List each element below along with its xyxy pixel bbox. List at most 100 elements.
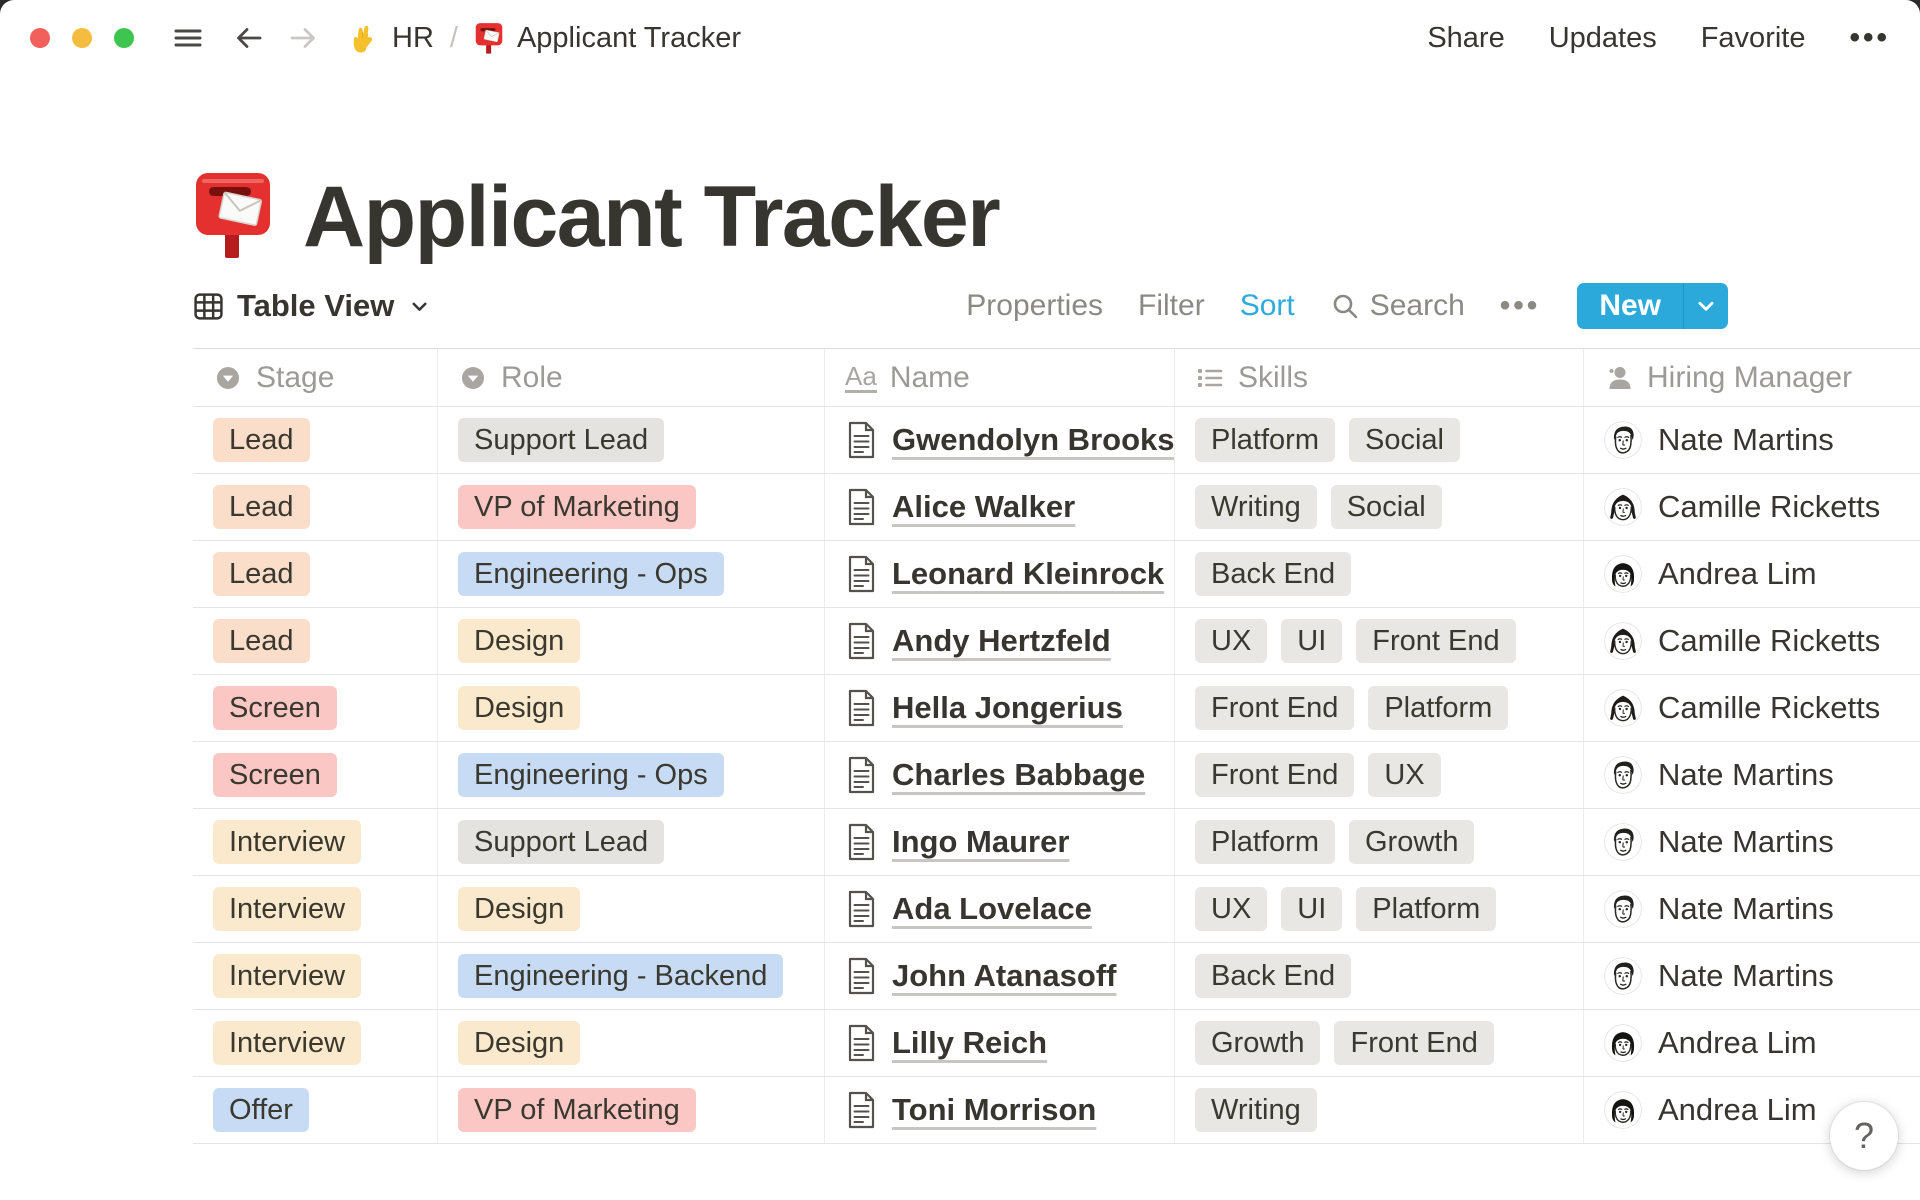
stage-tag[interactable]: Lead [213, 552, 310, 596]
skill-tag[interactable]: Platform [1195, 418, 1335, 462]
skill-tag[interactable]: Back End [1195, 552, 1352, 596]
applicant-page-link[interactable]: Ingo Maurer [892, 824, 1069, 860]
stage-cell[interactable]: Lead [193, 474, 438, 540]
role-cell[interactable]: Engineering - Ops [438, 541, 825, 607]
hiring-manager-cell[interactable]: Nate Martins [1584, 876, 1920, 942]
name-cell[interactable]: Hella Jongerius [825, 675, 1175, 741]
skill-tag[interactable]: Back End [1195, 954, 1352, 998]
stage-tag[interactable]: Offer [213, 1088, 309, 1132]
hiring-manager-cell[interactable]: Nate Martins [1584, 943, 1920, 1009]
search-button[interactable]: Search [1330, 289, 1465, 323]
skill-tag[interactable]: UX [1195, 619, 1268, 663]
skill-tag[interactable]: Platform [1195, 820, 1335, 864]
skill-tag[interactable]: Front End [1334, 1021, 1494, 1065]
role-cell[interactable]: Support Lead [438, 407, 825, 473]
new-button[interactable]: New [1577, 283, 1728, 329]
page-icon-mailbox[interactable] [193, 170, 273, 262]
skills-cell[interactable]: Writing [1175, 1077, 1584, 1143]
applicant-page-link[interactable]: Ada Lovelace [892, 891, 1092, 927]
more-options-icon[interactable]: ••• [1849, 21, 1890, 55]
view-more-icon[interactable]: ••• [1500, 289, 1541, 323]
skill-tag[interactable]: Writing [1195, 485, 1317, 529]
skills-cell[interactable]: Growth Front End [1175, 1010, 1584, 1076]
name-cell[interactable]: John Atanasoff [825, 943, 1175, 1009]
stage-tag[interactable]: Interview [213, 887, 362, 931]
close-window-button[interactable] [30, 28, 50, 48]
applicant-page-link[interactable]: Toni Morrison [892, 1092, 1096, 1128]
stage-tag[interactable]: Screen [213, 753, 337, 797]
stage-tag[interactable]: Lead [213, 418, 310, 462]
role-tag[interactable]: Engineering - Ops [458, 552, 724, 596]
skills-cell[interactable]: Front End Platform [1175, 675, 1584, 741]
name-cell[interactable]: Charles Babbage [825, 742, 1175, 808]
skill-tag[interactable]: Writing [1195, 1088, 1317, 1132]
name-cell[interactable]: Ingo Maurer [825, 809, 1175, 875]
role-tag[interactable]: Design [458, 619, 581, 663]
column-header-role[interactable]: Role [438, 349, 825, 406]
stage-cell[interactable]: Offer [193, 1077, 438, 1143]
hiring-manager-cell[interactable]: Nate Martins [1584, 809, 1920, 875]
name-cell[interactable]: Andy Hertzfeld [825, 608, 1175, 674]
name-cell[interactable]: Toni Morrison [825, 1077, 1175, 1143]
nav-forward-icon[interactable] [288, 23, 318, 53]
stage-cell[interactable]: Screen [193, 742, 438, 808]
zoom-window-button[interactable] [114, 28, 134, 48]
applicant-page-link[interactable]: Charles Babbage [892, 757, 1145, 793]
stage-tag[interactable]: Screen [213, 686, 337, 730]
role-cell[interactable]: Engineering - Ops [438, 742, 825, 808]
role-tag[interactable]: VP of Marketing [458, 485, 696, 529]
role-cell[interactable]: Engineering - Backend [438, 943, 825, 1009]
new-button-label[interactable]: New [1577, 283, 1683, 329]
skills-cell[interactable]: UX UI Platform [1175, 876, 1584, 942]
stage-cell[interactable]: Interview [193, 1010, 438, 1076]
role-tag[interactable]: Engineering - Backend [458, 954, 784, 998]
role-cell[interactable]: Design [438, 1010, 825, 1076]
hiring-manager-cell[interactable]: Nate Martins [1584, 407, 1920, 473]
skill-tag[interactable]: Social [1348, 418, 1460, 462]
skill-tag[interactable]: UI [1281, 887, 1343, 931]
name-cell[interactable]: Alice Walker [825, 474, 1175, 540]
role-tag[interactable]: VP of Marketing [458, 1088, 696, 1132]
name-cell[interactable]: Lilly Reich [825, 1010, 1175, 1076]
view-switcher[interactable]: Table View [193, 288, 430, 324]
sidebar-menu-icon[interactable] [172, 23, 204, 53]
stage-cell[interactable]: Interview [193, 943, 438, 1009]
skill-tag[interactable]: Social [1330, 485, 1442, 529]
role-tag[interactable]: Design [458, 686, 581, 730]
minimize-window-button[interactable] [72, 28, 92, 48]
stage-tag[interactable]: Interview [213, 954, 362, 998]
stage-cell[interactable]: Lead [193, 407, 438, 473]
stage-cell[interactable]: Screen [193, 675, 438, 741]
skill-tag[interactable]: Platform [1356, 887, 1497, 931]
sort-button[interactable]: Sort [1240, 289, 1295, 323]
role-tag[interactable]: Design [458, 1021, 581, 1065]
skills-cell[interactable]: Back End [1175, 943, 1584, 1009]
hiring-manager-cell[interactable]: Camille Ricketts [1584, 675, 1920, 741]
hiring-manager-cell[interactable]: Camille Ricketts [1584, 474, 1920, 540]
skill-tag[interactable]: Front End [1195, 753, 1355, 797]
share-button[interactable]: Share [1427, 22, 1504, 55]
properties-button[interactable]: Properties [966, 289, 1103, 323]
name-cell[interactable]: Gwendolyn Brooks [825, 407, 1175, 473]
role-cell[interactable]: VP of Marketing [438, 474, 825, 540]
skills-cell[interactable]: UX UI Front End [1175, 608, 1584, 674]
applicant-page-link[interactable]: Alice Walker [892, 489, 1075, 525]
hiring-manager-cell[interactable]: Andrea Lim [1584, 541, 1920, 607]
skill-tag[interactable]: UX [1195, 887, 1268, 931]
hiring-manager-cell[interactable]: Camille Ricketts [1584, 608, 1920, 674]
favorite-button[interactable]: Favorite [1701, 22, 1806, 55]
applicant-page-link[interactable]: Andy Hertzfeld [892, 623, 1111, 659]
skill-tag[interactable]: Front End [1356, 619, 1516, 663]
column-header-skills[interactable]: Skills [1175, 349, 1584, 406]
page-title[interactable]: Applicant Tracker [303, 171, 1001, 262]
new-button-chevron[interactable] [1683, 283, 1728, 329]
skills-cell[interactable]: Platform Social [1175, 407, 1584, 473]
name-cell[interactable]: Ada Lovelace [825, 876, 1175, 942]
name-cell[interactable]: Leonard Kleinrock [825, 541, 1175, 607]
applicant-page-link[interactable]: Leonard Kleinrock [892, 556, 1164, 592]
breadcrumb-page[interactable]: Applicant Tracker [517, 22, 741, 55]
applicant-page-link[interactable]: Gwendolyn Brooks [892, 422, 1174, 458]
role-cell[interactable]: Design [438, 876, 825, 942]
role-cell[interactable]: Support Lead [438, 809, 825, 875]
nav-back-icon[interactable] [234, 23, 264, 53]
